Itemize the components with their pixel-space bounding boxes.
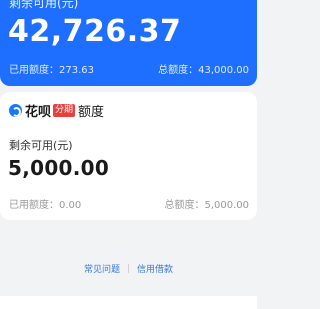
credit-summary-card: 剩余可用(元) 42,726.37 已用额度：273.63 总额度：43,000…	[0, 0, 257, 86]
huabei-used-quota: 已用额度：0.00	[9, 200, 82, 211]
footer-links: 常见问题 | 信用借款	[0, 262, 257, 276]
remaining-label: 剩余可用(元)	[9, 0, 79, 10]
total-quota: 总额度：43,000.00	[158, 65, 249, 76]
bottom-bar	[0, 296, 257, 309]
huabei-remaining-label: 剩余可用(元)	[9, 139, 73, 152]
huabei-brand: 花呗	[25, 104, 52, 120]
footer-separator: |	[126, 263, 131, 274]
huabei-header: 花呗 分期 额度	[9, 101, 105, 120]
credit-loan-link[interactable]: 信用借款	[137, 262, 173, 275]
faq-link[interactable]: 常见问题	[84, 262, 120, 275]
huabei-logo-icon	[9, 103, 22, 117]
quota-title: 额度	[78, 104, 105, 120]
huabei-card[interactable]: 花呗 分期 额度 剩余可用(元) 5,000.00 已用额度：0.00 总额度：…	[0, 92, 257, 220]
used-quota: 已用额度：273.63	[9, 65, 94, 76]
installment-badge: 分期	[53, 103, 76, 117]
huabei-remaining-amount: 5,000.00	[8, 156, 110, 180]
huabei-total-quota: 总额度：5,000.00	[164, 200, 249, 211]
remaining-amount: 42,726.37	[8, 14, 182, 49]
